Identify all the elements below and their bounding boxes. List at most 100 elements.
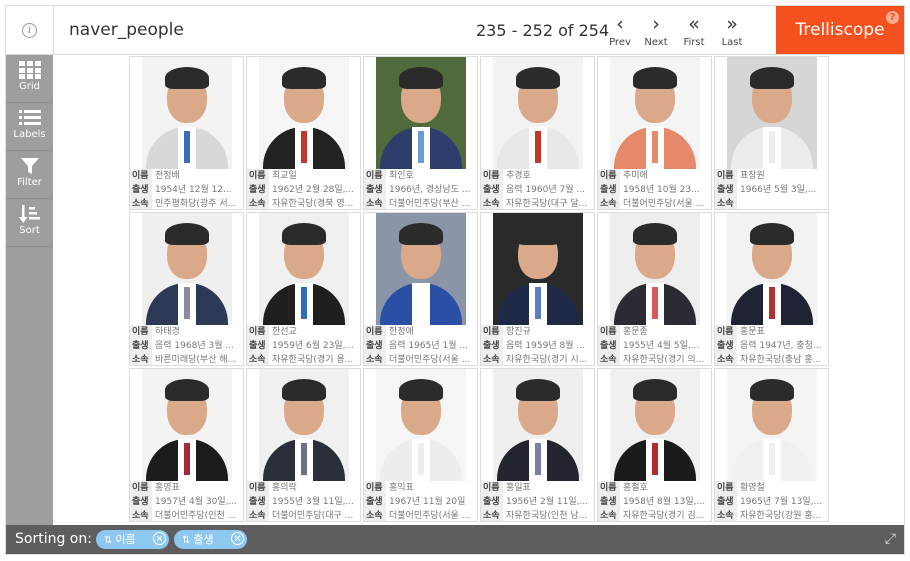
label-key: 이름 — [130, 169, 152, 183]
panel[interactable]: 이름 함진규 출생 음력 1959년 8월 ... 소속 자유한국당(경기 시... — [480, 212, 595, 366]
label-row-party: 소속 더불어민주당(서울 ... — [598, 197, 711, 209]
panel[interactable]: 이름 한정애 출생 음력 1965년 1월 ... 소속 더불어민주당(서울 ... — [363, 212, 478, 366]
label-row-birth: 출생 1956년 2월 11일,... — [481, 495, 594, 509]
panel-labels: 이름 천정배 출생 1954년 12월 12... 소속 민주평화당(광주 서... — [130, 169, 243, 209]
sidebar-item-label: Labels — [13, 129, 46, 140]
portrait-image — [727, 213, 817, 325]
panel[interactable]: 이름 추경호 출생 음력 1960년 7월 ... 소속 자유한국당(대구 달... — [480, 56, 595, 210]
label-value: 1955년 4월 5일,... — [623, 341, 700, 351]
label-value: 천정배 — [155, 171, 180, 181]
label-value: 자유한국당(경북 영... — [272, 199, 354, 209]
label-value: 더불어민주당(대구 ... — [272, 511, 354, 521]
trelliscope-app: i naver_people 235 - 252 of 254 ‹ Prev ›… — [5, 5, 905, 555]
panel[interactable]: 이름 황영철 출생 1965년 7월 13일,... 소속 자유한국당(강원 홍... — [714, 368, 829, 522]
remove-sort-icon[interactable]: ✕ — [153, 532, 166, 545]
panel[interactable]: 이름 한선교 출생 1959년 6월 23일,... 소속 자유한국당(경기 용... — [246, 212, 361, 366]
trelliscope-brand[interactable]: Trelliscope ? — [776, 6, 904, 54]
label-row-birth: 출생 음력 1947년, 충청... — [715, 339, 828, 353]
double-chevron-right-icon: » — [726, 13, 738, 35]
label-value: 홍일표 — [506, 483, 531, 493]
label-row-birth: 출생 1966년, 경상남도 ... — [364, 183, 477, 197]
next-button[interactable]: › Next — [636, 14, 676, 54]
sort-chip-name[interactable]: ⇅ 이름 ✕ — [96, 530, 169, 549]
label-row-party: 소속 자유한국당(경기 김... — [598, 509, 711, 521]
sort-chip-birth[interactable]: ⇅ 출생 ✕ — [174, 530, 247, 549]
label-key: 소속 — [715, 353, 737, 365]
label-key: 소속 — [715, 197, 737, 209]
panel[interactable]: 이름 홍문종 출생 1955년 4월 5일,... 소속 자유한국당(경기 의... — [597, 212, 712, 366]
label-row-birth: 출생 1955년 4월 5일,... — [598, 339, 711, 353]
panel[interactable]: 이름 추미애 출생 1958년 10월 23... 소속 더불어민주당(서울 ... — [597, 56, 712, 210]
panel[interactable]: 이름 천정배 출생 1954년 12월 12... 소속 민주평화당(광주 서... — [129, 56, 244, 210]
label-row-party: 소속 더불어민주당(대구 ... — [247, 509, 360, 521]
label-key: 소속 — [364, 197, 386, 209]
label-value: 음력 1947년, 충청... — [740, 341, 822, 351]
label-value: 1966년 5월 3일,... — [740, 185, 817, 195]
label-row-birth: 출생 음력 1960년 7월 ... — [481, 183, 594, 197]
sidebar-item-sort[interactable]: Sort — [6, 199, 53, 247]
remove-sort-icon[interactable]: ✕ — [231, 532, 244, 545]
portrait-image — [376, 369, 466, 481]
sidebar-item-grid[interactable]: Grid — [6, 55, 53, 103]
portrait-image — [142, 57, 232, 169]
label-key: 이름 — [247, 325, 269, 339]
label-key: 출생 — [130, 183, 152, 197]
grid-icon — [18, 61, 41, 79]
panel[interactable]: 이름 홍영표 출생 1957년 4월 30일,... 소속 더불어민주당(인천 ... — [129, 368, 244, 522]
label-key: 소속 — [130, 509, 152, 521]
label-row-party: 소속 더불어민주당(서울 ... — [364, 509, 477, 521]
panel-labels: 이름 홍익표 출생 1967년 11월 20일 소속 더불어민주당(서울 ... — [364, 481, 477, 521]
label-row-name: 이름 최교일 — [247, 169, 360, 183]
sidebar-item-labels[interactable]: Labels — [6, 103, 53, 151]
panel[interactable]: 이름 최인호 출생 1966년, 경상남도 ... 소속 더불어민주당(부산 ... — [363, 56, 478, 210]
label-value: 더불어민주당(인천 ... — [155, 511, 237, 521]
panel[interactable]: 이름 최교일 출생 1962년 2월 28일,... 소속 자유한국당(경북 영... — [246, 56, 361, 210]
label-value: 음력 1965년 1월 ... — [389, 341, 468, 351]
first-button[interactable]: « First — [674, 14, 714, 54]
label-row-name: 이름 홍일표 — [481, 481, 594, 495]
portrait-image — [727, 369, 817, 481]
label-value: 1959년 6월 23일,... — [272, 341, 355, 351]
label-value: 자유한국당(대구 달... — [506, 199, 588, 209]
panel[interactable]: 이름 홍문표 출생 음력 1947년, 충청... 소속 자유한국당(충남 홍... — [714, 212, 829, 366]
label-key: 출생 — [598, 339, 620, 353]
label-row-birth: 출생 1962년 2월 28일,... — [247, 183, 360, 197]
info-button[interactable]: i — [6, 6, 54, 54]
panel[interactable]: 이름 하태경 출생 음력 1968년 3월 ... 소속 바른미래당(부산 해... — [129, 212, 244, 366]
panel-labels: 이름 한선교 출생 1959년 6월 23일,... 소속 자유한국당(경기 용... — [247, 325, 360, 365]
sidebar-item-filter[interactable]: Filter — [6, 151, 53, 199]
label-key: 소속 — [247, 353, 269, 365]
panel[interactable]: 이름 표창원 출생 1966년 5월 3일,... 소속 — [714, 56, 829, 210]
label-row-party: 소속 자유한국당(충남 홍... — [715, 353, 828, 365]
panel[interactable]: 이름 홍익표 출생 1967년 11월 20일 소속 더불어민주당(서울 ... — [363, 368, 478, 522]
sort-asc-icon: ⇅ — [104, 535, 113, 546]
panel-labels: 이름 홍문표 출생 음력 1947년, 충청... 소속 자유한국당(충남 홍... — [715, 325, 828, 365]
label-value: 바른미래당(부산 해... — [155, 355, 237, 365]
help-icon[interactable]: ? — [886, 11, 899, 24]
portrait-image — [493, 369, 583, 481]
sort-asc-icon: ⇅ — [182, 535, 191, 546]
label-key: 출생 — [364, 495, 386, 509]
label-key: 출생 — [481, 339, 503, 353]
sidebar: Grid Labels Filter Sort — [6, 55, 53, 525]
label-row-name: 이름 함진규 — [481, 325, 594, 339]
label-row-birth: 출생 1958년 10월 23... — [598, 183, 711, 197]
label-row-party: 소속 바른미래당(부산 해... — [130, 353, 243, 365]
portrait-image — [493, 57, 583, 169]
panel-labels: 이름 홍철호 출생 1958년 8월 13일,... 소속 자유한국당(경기 김... — [598, 481, 711, 521]
label-key: 소속 — [481, 509, 503, 521]
panel[interactable]: 이름 홍일표 출생 1956년 2월 11일,... 소속 자유한국당(인천 남... — [480, 368, 595, 522]
panel[interactable]: 이름 홍철호 출생 1958년 8월 13일,... 소속 자유한국당(경기 김... — [597, 368, 712, 522]
label-row-birth: 출생 1959년 6월 23일,... — [247, 339, 360, 353]
panel-labels: 이름 함진규 출생 음력 1959년 8월 ... 소속 자유한국당(경기 시... — [481, 325, 594, 365]
label-value: 1956년 2월 11일,... — [506, 497, 589, 507]
last-button[interactable]: » Last — [712, 14, 752, 54]
panel-grid: 이름 천정배 출생 1954년 12월 12... 소속 민주평화당(광주 서... 이름 최… — [129, 55, 829, 525]
panel-labels: 이름 추경호 출생 음력 1960년 7월 ... 소속 자유한국당(대구 달... — [481, 169, 594, 209]
panel[interactable]: 이름 홍의락 출생 1955년 3월 11일,... 소속 더불어민주당(대구 ... — [246, 368, 361, 522]
prev-button[interactable]: ‹ Prev — [600, 14, 640, 54]
label-key: 이름 — [481, 481, 503, 495]
label-key: 출생 — [481, 183, 503, 197]
expand-icon[interactable]: ⤢ — [885, 531, 896, 547]
label-value: 더불어민주당(서울 ... — [389, 511, 471, 521]
